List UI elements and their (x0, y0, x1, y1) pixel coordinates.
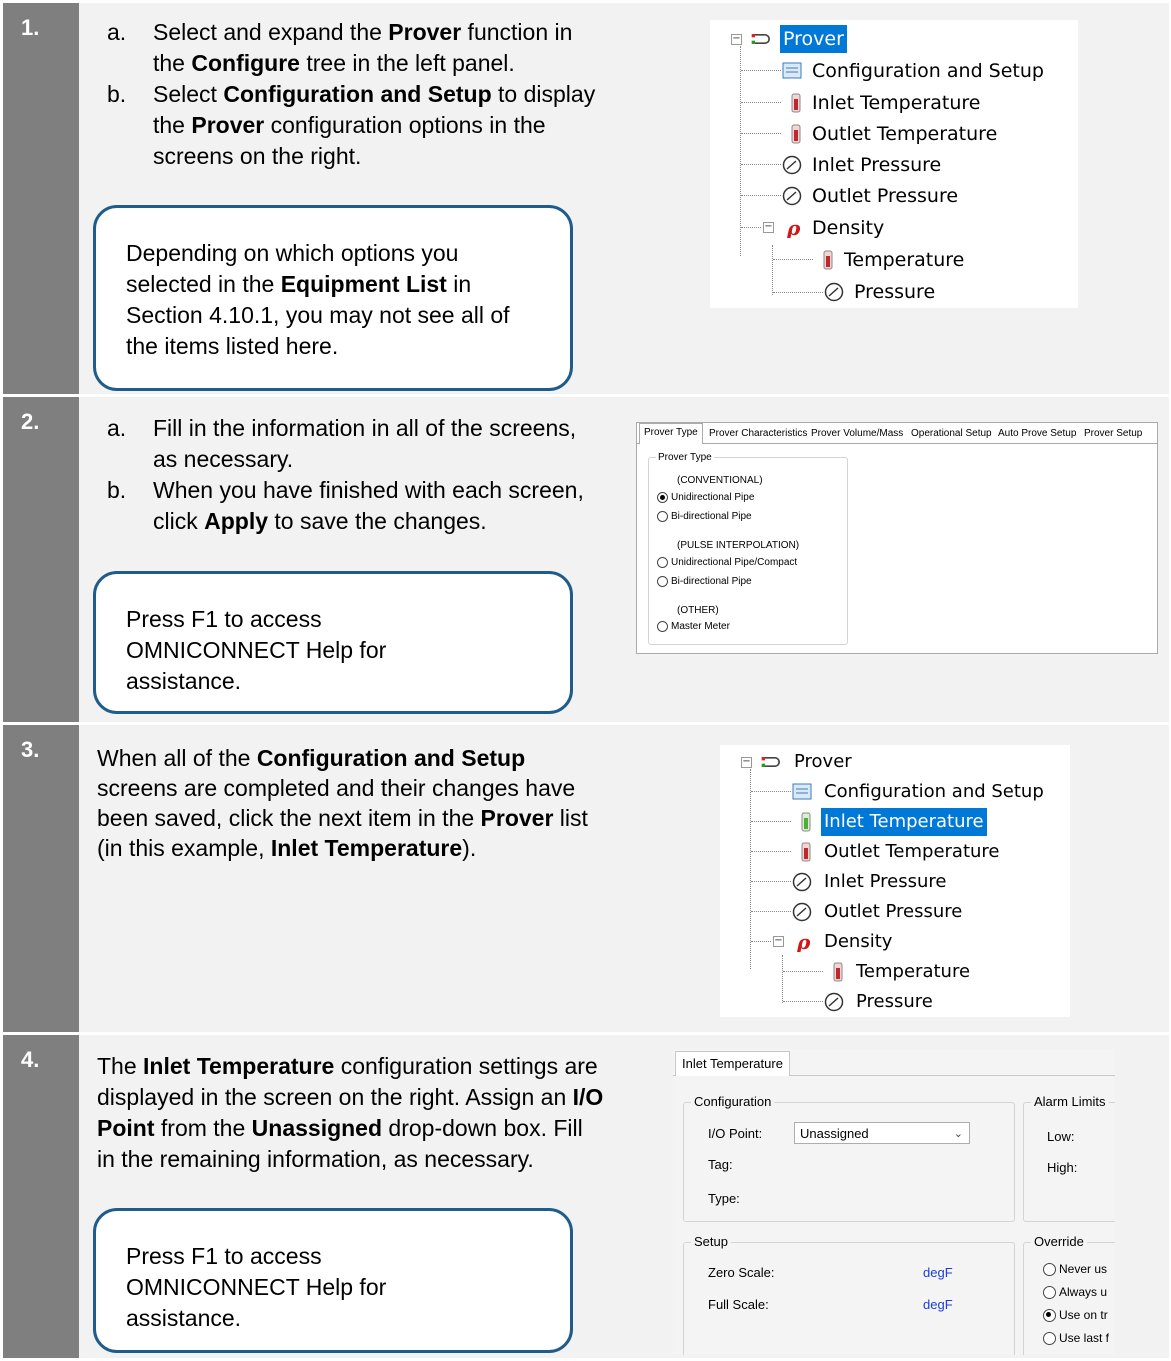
step-row-2: 2. a. Fill in the information in all of t… (3, 397, 1169, 722)
tab-prover-volume-mass[interactable]: Prover Volume/Mass (807, 425, 907, 443)
config-sheet-icon (782, 62, 802, 79)
note-callout: Depending on which options you selected … (93, 205, 573, 391)
group-title: Prover Type (656, 452, 714, 463)
radio-override-always[interactable]: Always u (1043, 1285, 1107, 1300)
tab-inlet-temperature[interactable]: Inlet Temperature (675, 1051, 790, 1076)
step-row-4: 4. The Inlet Temperature configuration s… (3, 1035, 1169, 1358)
group-title: Override (1031, 1234, 1087, 1249)
tab-prover-setup[interactable]: Prover Setup (1080, 425, 1146, 443)
density-icon: ρ (796, 932, 811, 952)
gauge-icon (792, 872, 812, 892)
tab-auto-prove-setup[interactable]: Auto Prove Setup (994, 425, 1080, 443)
io-point-label: I/O Point: (708, 1126, 763, 1141)
thermometer-icon (791, 93, 801, 113)
collapse-icon[interactable]: − (773, 936, 784, 947)
svg-text:ρ: ρ (786, 218, 801, 238)
step-number: 3. (3, 725, 79, 1032)
gauge-icon (782, 186, 802, 206)
tab-bar: Prover Type Prover Characteristics Prove… (637, 423, 1157, 444)
prover-type-panel: Prover Type Prover Characteristics Prove… (636, 422, 1158, 654)
tab-prover-characteristics[interactable]: Prover Characteristics (705, 425, 811, 443)
gauge-icon (792, 902, 812, 922)
radio-bidirectional-pipe-pulse[interactable]: Bi-directional Pipe (657, 576, 752, 587)
configure-tree: − Prover Configuration and Setup Inlet T… (720, 745, 1070, 1017)
step-text: a. Fill in the information in all of the … (107, 415, 584, 534)
step-text: When all of the Configuration and Setup … (97, 745, 588, 861)
prover-icon (761, 757, 780, 767)
gauge-icon (824, 992, 844, 1012)
collapse-icon[interactable]: − (763, 222, 774, 233)
low-label: Low: (1047, 1129, 1075, 1144)
unit-label: degF (923, 1265, 953, 1280)
thermometer-icon (833, 962, 843, 982)
step-number: 1. (3, 3, 79, 394)
inlet-temperature-panel: Inlet Temperature Configuration I/O Poin… (673, 1049, 1115, 1355)
high-label: High: (1047, 1160, 1078, 1175)
step-row-3: 3. When all of the Configuration and Set… (3, 725, 1169, 1032)
type-label: Type: (708, 1191, 740, 1206)
collapse-icon[interactable]: − (741, 757, 752, 768)
collapse-icon[interactable]: − (731, 34, 742, 45)
tab-operational-setup[interactable]: Operational Setup (907, 425, 996, 443)
thermometer-icon (791, 124, 801, 144)
radio-override-never[interactable]: Never us (1043, 1262, 1107, 1277)
full-scale-label: Full Scale: (708, 1297, 769, 1312)
radio-unidirectional-pipe[interactable]: Unidirectional Pipe (657, 492, 754, 503)
step-row-1: 1. a. Select and expand the Prover functi… (3, 3, 1169, 394)
radio-bidirectional-pipe[interactable]: Bi-directional Pipe (657, 511, 752, 522)
thermometer-icon (801, 842, 811, 862)
gauge-icon (782, 155, 802, 175)
gauge-icon (824, 282, 844, 302)
configure-tree: − Prover Configuration and Setup Inlet T… (710, 20, 1078, 308)
tag-label: Tag: (708, 1157, 733, 1172)
section-label: (OTHER) (677, 605, 719, 616)
radio-unidirectional-pipe-compact[interactable]: Unidirectional Pipe/Compact (657, 557, 797, 568)
help-callout: Press F1 to access OMNICONNECT Help for … (93, 1208, 573, 1353)
thermometer-icon (823, 250, 833, 270)
tab-prover-type[interactable]: Prover Type (639, 423, 703, 444)
step-number: 4. (3, 1035, 79, 1358)
unit-label: degF (923, 1297, 953, 1312)
config-sheet-icon (792, 783, 812, 800)
thermometer-icon (801, 812, 811, 832)
group-title: Alarm Limits (1031, 1094, 1109, 1109)
radio-master-meter[interactable]: Master Meter (657, 621, 730, 632)
zero-scale-label: Zero Scale: (708, 1265, 775, 1280)
prover-icon (751, 34, 770, 44)
step-text: The Inlet Temperature configuration sett… (97, 1053, 604, 1172)
radio-override-use-on-tr[interactable]: Use on tr (1043, 1308, 1108, 1323)
chevron-down-icon: ⌄ (953, 1128, 963, 1140)
group-title: Configuration (691, 1094, 775, 1109)
help-callout: Press F1 to access OMNICONNECT Help for … (93, 571, 573, 714)
radio-override-use-last[interactable]: Use last f (1043, 1331, 1109, 1346)
section-label: (PULSE INTERPOLATION) (677, 540, 800, 551)
section-label: (CONVENTIONAL) (677, 475, 763, 486)
step-number: 2. (3, 397, 79, 722)
step-text: a. Select and expand the Prover function … (107, 19, 596, 169)
io-point-dropdown[interactable]: Unassigned ⌄ (794, 1122, 970, 1144)
density-icon: ρ (786, 218, 801, 238)
group-title: Setup (691, 1234, 731, 1249)
svg-text:ρ: ρ (796, 932, 811, 952)
